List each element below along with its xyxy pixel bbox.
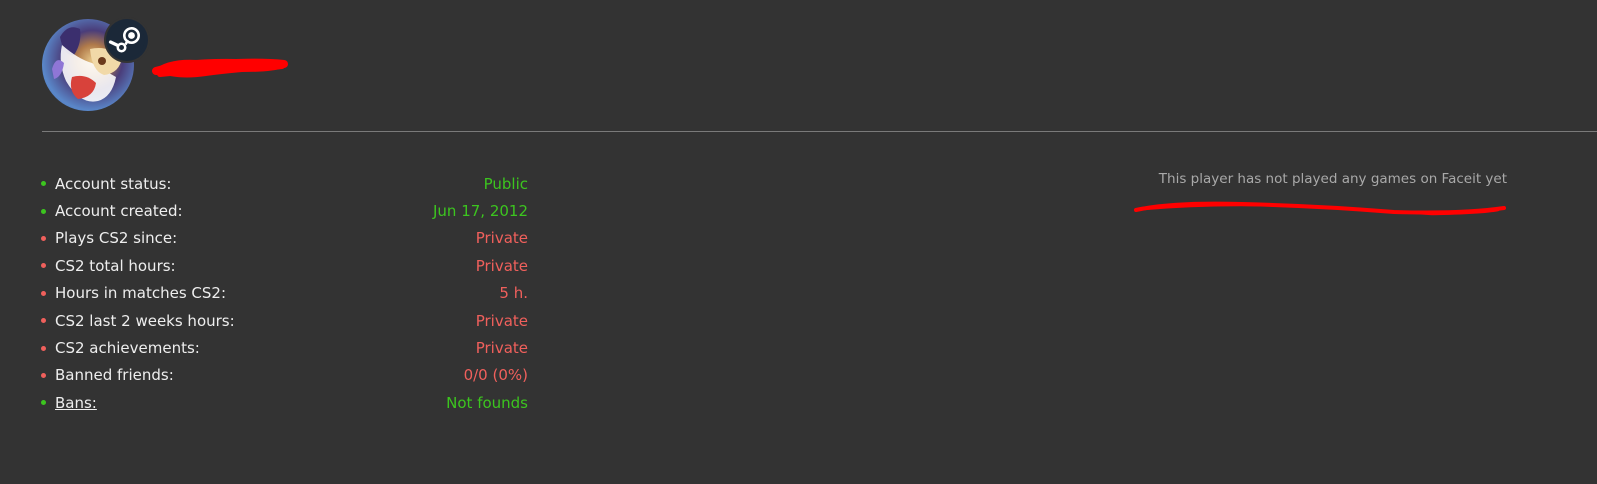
stat-value: 5 h. [499, 284, 528, 303]
stat-value: Private [475, 311, 528, 330]
stat-value: Not founds [446, 393, 528, 412]
status-bullet-icon [41, 345, 46, 351]
stat-value: Jun 17, 2012 [432, 202, 528, 221]
stat-label: Plays CS2 since: [55, 229, 178, 248]
status-bullet-icon [41, 263, 46, 269]
stat-row: Bans: Not founds [40, 389, 528, 416]
stat-row: Account status: Public [40, 170, 528, 197]
status-bullet-icon [41, 208, 46, 214]
stat-row: Plays CS2 since: Private [40, 225, 528, 252]
profile-header [42, 19, 160, 117]
account-stats-list: Account status: Public Account created: Jun… [40, 170, 528, 417]
stat-value: 0/0 (0%) [463, 366, 528, 385]
stat-row: Banned friends: 0/0 (0%) [40, 362, 528, 389]
status-bullet-icon [41, 290, 46, 296]
stat-label: Account status: [55, 174, 172, 193]
stat-row: CS2 total hours: Private [40, 252, 528, 279]
stat-label: Hours in matches CS2: [55, 284, 226, 303]
steam-icon [106, 19, 148, 61]
faceit-status-message: This player has not played any games on … [1158, 171, 1507, 187]
stat-label: Banned friends: [55, 366, 174, 385]
annotation-underline [1134, 201, 1506, 216]
status-bullet-icon [41, 318, 46, 324]
stat-row: CS2 last 2 weeks hours: Private [40, 307, 528, 334]
status-bullet-icon [41, 400, 46, 406]
stat-row: Account created: Jun 17, 2012 [40, 197, 528, 224]
stat-row: Hours in matches CS2: 5 h. [40, 280, 528, 307]
stat-value: Private [475, 229, 528, 248]
stat-row: CS2 achievements: Private [40, 334, 528, 361]
status-bullet-icon [41, 235, 46, 241]
stat-value: Private [475, 339, 528, 358]
status-bullet-icon [41, 372, 46, 378]
stat-label-link[interactable]: Bans: [55, 394, 97, 412]
stat-value: Private [475, 256, 528, 275]
stat-value: Public [483, 174, 528, 193]
stat-label: Account created: [55, 202, 183, 221]
stat-label: CS2 achievements: [55, 339, 200, 358]
stat-label: CS2 last 2 weeks hours: [55, 311, 235, 330]
username-redaction [152, 58, 288, 78]
header-divider [42, 131, 1597, 132]
stat-label: CS2 total hours: [55, 256, 176, 275]
status-bullet-icon [41, 181, 46, 187]
